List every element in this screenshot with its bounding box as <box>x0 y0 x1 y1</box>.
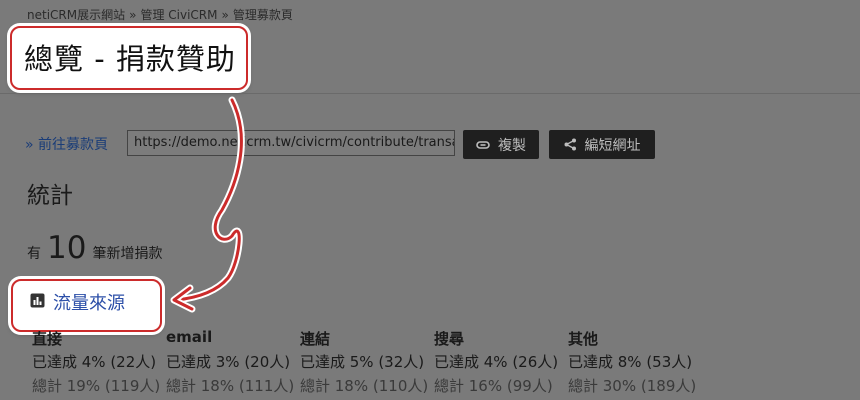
source-other: 其他 已達成 8% (53人) 總計 30% (189人) <box>568 328 696 396</box>
new-donations-suffix: 筆新增捐款 <box>92 246 163 262</box>
source-name: 連結 <box>300 330 331 348</box>
source-total: 總計 30% (189人) <box>568 377 697 395</box>
new-donations-summary: 有 10 筆新增捐款 <box>27 230 162 266</box>
source-achieved: 已達成 4% (26人) <box>434 353 559 371</box>
breadcrumb: netiCRM展示網站» 管理 CiviCRM» 管理募款頁 <box>27 6 293 23</box>
page-title: 總覽 - 捐款贊助 <box>24 42 236 76</box>
source-email: email 已達成 3% (20人) 總計 18% (111人) <box>166 328 294 396</box>
bar-chart-icon <box>30 293 45 312</box>
breadcrumb-item-pages[interactable]: 管理募款頁 <box>233 8 293 22</box>
breadcrumb-separator: » <box>221 8 229 22</box>
source-achieved: 已達成 8% (53人) <box>568 353 693 371</box>
contribution-url-field[interactable]: https://demo.neticrm.tw/civicrm/contribu… <box>127 130 455 156</box>
traffic-sources-tab[interactable]: 流量來源 <box>30 289 125 315</box>
source-achieved: 已達成 3% (20人) <box>166 353 291 371</box>
copy-button-label: 複製 <box>498 137 526 154</box>
breadcrumb-item-site[interactable]: netiCRM展示網站 <box>27 8 125 22</box>
source-name: email <box>166 328 213 346</box>
copy-button[interactable]: 複製 <box>463 130 539 159</box>
source-total: 總計 18% (110人) <box>300 377 429 395</box>
new-donations-prefix: 有 <box>27 246 41 262</box>
share-icon <box>564 138 577 151</box>
source-name: 其他 <box>568 330 599 348</box>
new-donations-count: 10 <box>47 230 87 266</box>
link-icon <box>476 140 490 150</box>
statistics-heading: 統計 <box>27 183 73 209</box>
source-total: 總計 19% (119人) <box>32 377 161 395</box>
traffic-sources-tab-label: 流量來源 <box>53 293 125 314</box>
shorten-url-button[interactable]: 編短網址 <box>549 130 655 159</box>
source-name: 直接 <box>32 330 63 348</box>
goto-contribution-page-link[interactable]: » 前往募款頁 <box>25 134 108 154</box>
source-total: 總計 18% (111人) <box>166 377 295 395</box>
source-search: 搜尋 已達成 4% (26人) 總計 16% (99人) <box>434 328 558 396</box>
source-achieved: 已達成 5% (32人) <box>300 353 425 371</box>
source-achieved: 已達成 4% (22人) <box>32 353 157 371</box>
source-total: 總計 16% (99人) <box>434 377 553 395</box>
source-direct: 直接 已達成 4% (22人) 總計 19% (119人) <box>32 328 160 396</box>
source-name: 搜尋 <box>434 330 465 348</box>
shorten-url-button-label: 編短網址 <box>584 137 641 154</box>
header-divider <box>0 93 860 94</box>
breadcrumb-separator: » <box>129 8 137 22</box>
source-link: 連結 已達成 5% (32人) 總計 18% (110人) <box>300 328 428 396</box>
breadcrumb-item-admin[interactable]: 管理 CiviCRM <box>140 8 217 22</box>
